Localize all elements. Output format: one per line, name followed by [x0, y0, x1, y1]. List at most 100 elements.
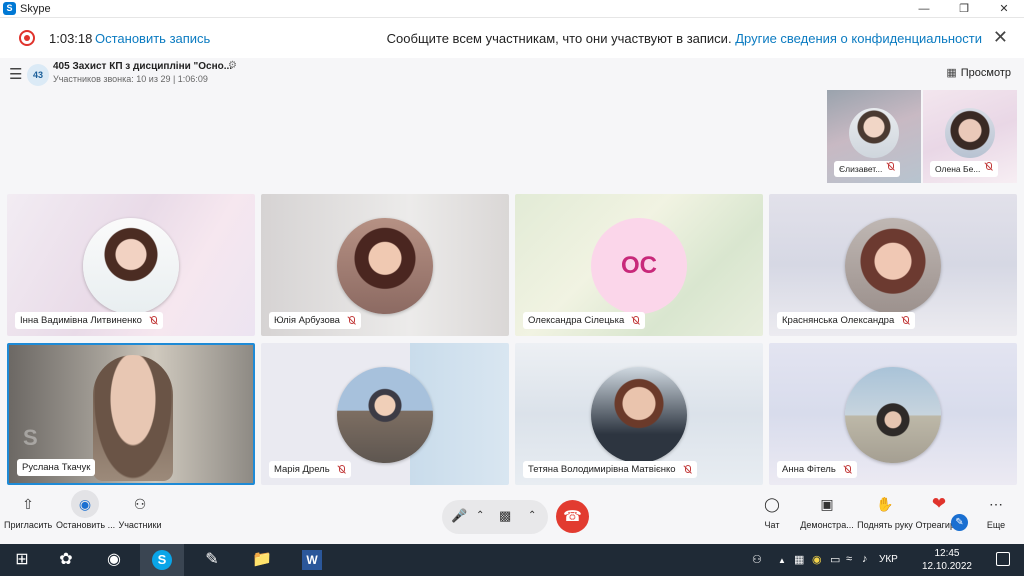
skype-watermark-icon: S — [23, 425, 38, 450]
participant-tile[interactable]: Краснянська Олександра — [769, 194, 1017, 336]
skype-taskbar-icon[interactable]: S — [140, 544, 184, 576]
participant-name-label: Інна Вадимівна Литвиненко — [15, 312, 163, 329]
notepad-icon[interactable]: ✎ — [190, 544, 234, 576]
participant-name-label: Анна Фітель — [777, 461, 857, 478]
chat-button[interactable]: ◯ Чат — [756, 490, 788, 530]
raise-hand-button[interactable]: ✋ Поднять руку — [856, 490, 914, 530]
call-info: Участников звонка: 10 из 29 | 1:06:09 — [53, 74, 208, 84]
participant-avatar — [83, 218, 179, 314]
clock-time: 12:45 — [934, 548, 960, 559]
record-icon: ◉ — [71, 490, 99, 518]
participant-name-label: Юлія Арбузова — [269, 312, 361, 329]
mic-muted-icon — [842, 464, 852, 475]
participant-tile[interactable]: Анна Фітель — [769, 343, 1017, 485]
screen-share-icon: ▣ — [820, 496, 834, 512]
skype-logo-icon: S — [3, 2, 16, 15]
thumbnail-participant[interactable]: Єлизавет... — [827, 90, 921, 183]
mic-muted-icon — [682, 464, 692, 475]
volume-icon[interactable]: ♪ — [862, 553, 868, 565]
chevron-up-icon[interactable]: ▲ — [778, 556, 786, 565]
recording-time: 1:03:18 — [49, 31, 93, 46]
chrome-icon[interactable]: ◉ — [92, 544, 136, 576]
edit-pencil-icon[interactable]: ✎ — [951, 514, 968, 531]
call-name[interactable]: 405 Захист КП з дисципліни "Осно... — [53, 61, 232, 72]
participant-tile[interactable]: Юлія Арбузова — [261, 194, 509, 336]
participant-avatar — [849, 108, 899, 158]
stop-recording-link[interactable]: Остановить запись — [95, 31, 210, 46]
participant-name: Єлизавет... — [839, 164, 883, 174]
participant-video-feed — [93, 355, 173, 481]
people-icon: ⚇ — [133, 496, 147, 512]
participant-avatar — [337, 367, 433, 463]
more-label: Еще — [986, 520, 1006, 530]
clock-date: 12.10.2022 — [921, 561, 972, 572]
participant-name: Анна Фітель — [782, 464, 836, 475]
video-off-icon[interactable]: ▩ — [499, 508, 511, 524]
window-title: Skype — [20, 3, 51, 15]
participant-name-label: Марія Дрель — [269, 461, 351, 478]
hamburger-menu-icon[interactable]: ☰ — [9, 65, 22, 83]
participant-name: Тетяна Володимирівна Матвієнко — [528, 464, 676, 475]
close-window-button[interactable]: ✕ — [984, 0, 1024, 18]
invite-button[interactable]: ⇧ Пригласить — [4, 490, 52, 530]
participant-tile[interactable]: Марія Дрель — [261, 343, 509, 485]
chat-label: Чат — [764, 520, 780, 530]
battery-icon[interactable]: ▭ — [830, 553, 840, 566]
app-tray-icon[interactable]: ◉ — [812, 553, 822, 566]
participant-tile[interactable]: Інна Вадимівна Литвиненко — [7, 194, 255, 336]
hand-icon: ✋ — [876, 496, 894, 512]
language-indicator[interactable]: УКР — [879, 554, 898, 565]
participant-name: Олександра Сілецька — [528, 315, 625, 326]
chevron-up-icon[interactable]: ⌃ — [528, 510, 536, 521]
stop-recording-button[interactable]: ◉ Остановить ... — [56, 490, 116, 530]
settings-gear-icon[interactable]: ⚙ — [228, 60, 237, 71]
mic-muted-icon — [148, 315, 158, 326]
mic-muted-icon — [630, 315, 640, 326]
wifi-icon[interactable]: ≈ — [846, 553, 852, 565]
people-tray-icon[interactable]: ⚇ — [752, 553, 762, 566]
view-button[interactable]: ▦ Просмотр — [946, 66, 1011, 79]
word-icon[interactable]: W — [290, 544, 334, 576]
window-titlebar: S Skype — ❐ ✕ — [0, 0, 1024, 18]
raise-hand-label: Поднять руку — [857, 520, 913, 530]
invite-label: Пригласить — [4, 520, 53, 530]
close-notice-icon[interactable]: ✕ — [993, 27, 1008, 48]
app-shortcut-icon[interactable]: ✿ — [44, 544, 88, 576]
mic-muted-icon — [346, 315, 356, 326]
restore-button[interactable]: ❐ — [944, 0, 984, 18]
call-header: ☰ 43 405 Захист КП з дисципліни "Осно...… — [0, 58, 1024, 90]
windows-taskbar: ⊞ ✿ ◉ S ✎ 📁 W ⚇ ▲ ▦ ◉ ▭ ≈ ♪ УКР 12:45 12… — [0, 544, 1024, 576]
participant-video-tile[interactable]: S Руслана Ткачук — [7, 343, 255, 485]
taskbar-clock[interactable]: 12:45 12.10.2022 — [922, 547, 972, 573]
chat-bubble-icon: ◯ — [764, 496, 780, 512]
group-avatar[interactable]: 43 — [27, 64, 49, 86]
mic-muted-icon — [983, 162, 993, 172]
participant-name: Марія Дрель — [274, 464, 330, 475]
minimize-button[interactable]: — — [904, 0, 944, 18]
share-out-icon: ⇧ — [22, 496, 34, 512]
mic-muted-icon — [900, 315, 910, 326]
mic-off-icon[interactable]: 🎤 — [451, 508, 467, 524]
participant-name: Юлія Арбузова — [274, 315, 340, 326]
participant-tile[interactable]: Тетяна Володимирівна Матвієнко — [515, 343, 763, 485]
grid-view-icon: ▦ — [946, 67, 957, 79]
share-screen-button[interactable]: ▣ Демонстра... — [798, 490, 856, 530]
participant-avatar — [845, 367, 941, 463]
chevron-up-icon[interactable]: ⌃ — [476, 510, 484, 521]
participants-button[interactable]: ⚇ Участники — [116, 490, 164, 530]
more-button[interactable]: ⋯ Еще — [980, 490, 1012, 530]
av-controls: 🎤 ⌃ ▩ ⌃ — [442, 500, 548, 534]
stop-label: Остановить ... — [56, 520, 116, 530]
system-tray: ⚇ ▲ ▦ ◉ ▭ ≈ ♪ УКР — [734, 544, 1024, 576]
network-tray-icon[interactable]: ▦ — [794, 553, 804, 566]
participant-name: Руслана Ткачук — [22, 462, 91, 473]
participant-tile[interactable]: ОС Олександра Сілецька — [515, 194, 763, 336]
notification-icon[interactable] — [996, 552, 1010, 566]
thumbnail-participant[interactable]: Олена Бе... — [923, 90, 1017, 183]
hang-up-button[interactable]: ☎ — [556, 500, 589, 533]
recording-icon — [19, 30, 35, 46]
mic-muted-icon — [885, 162, 895, 172]
windows-start-icon[interactable]: ⊞ — [0, 544, 44, 576]
file-explorer-icon[interactable]: 📁 — [240, 544, 284, 576]
privacy-link[interactable]: Другие сведения о конфиденциальности — [735, 31, 982, 46]
